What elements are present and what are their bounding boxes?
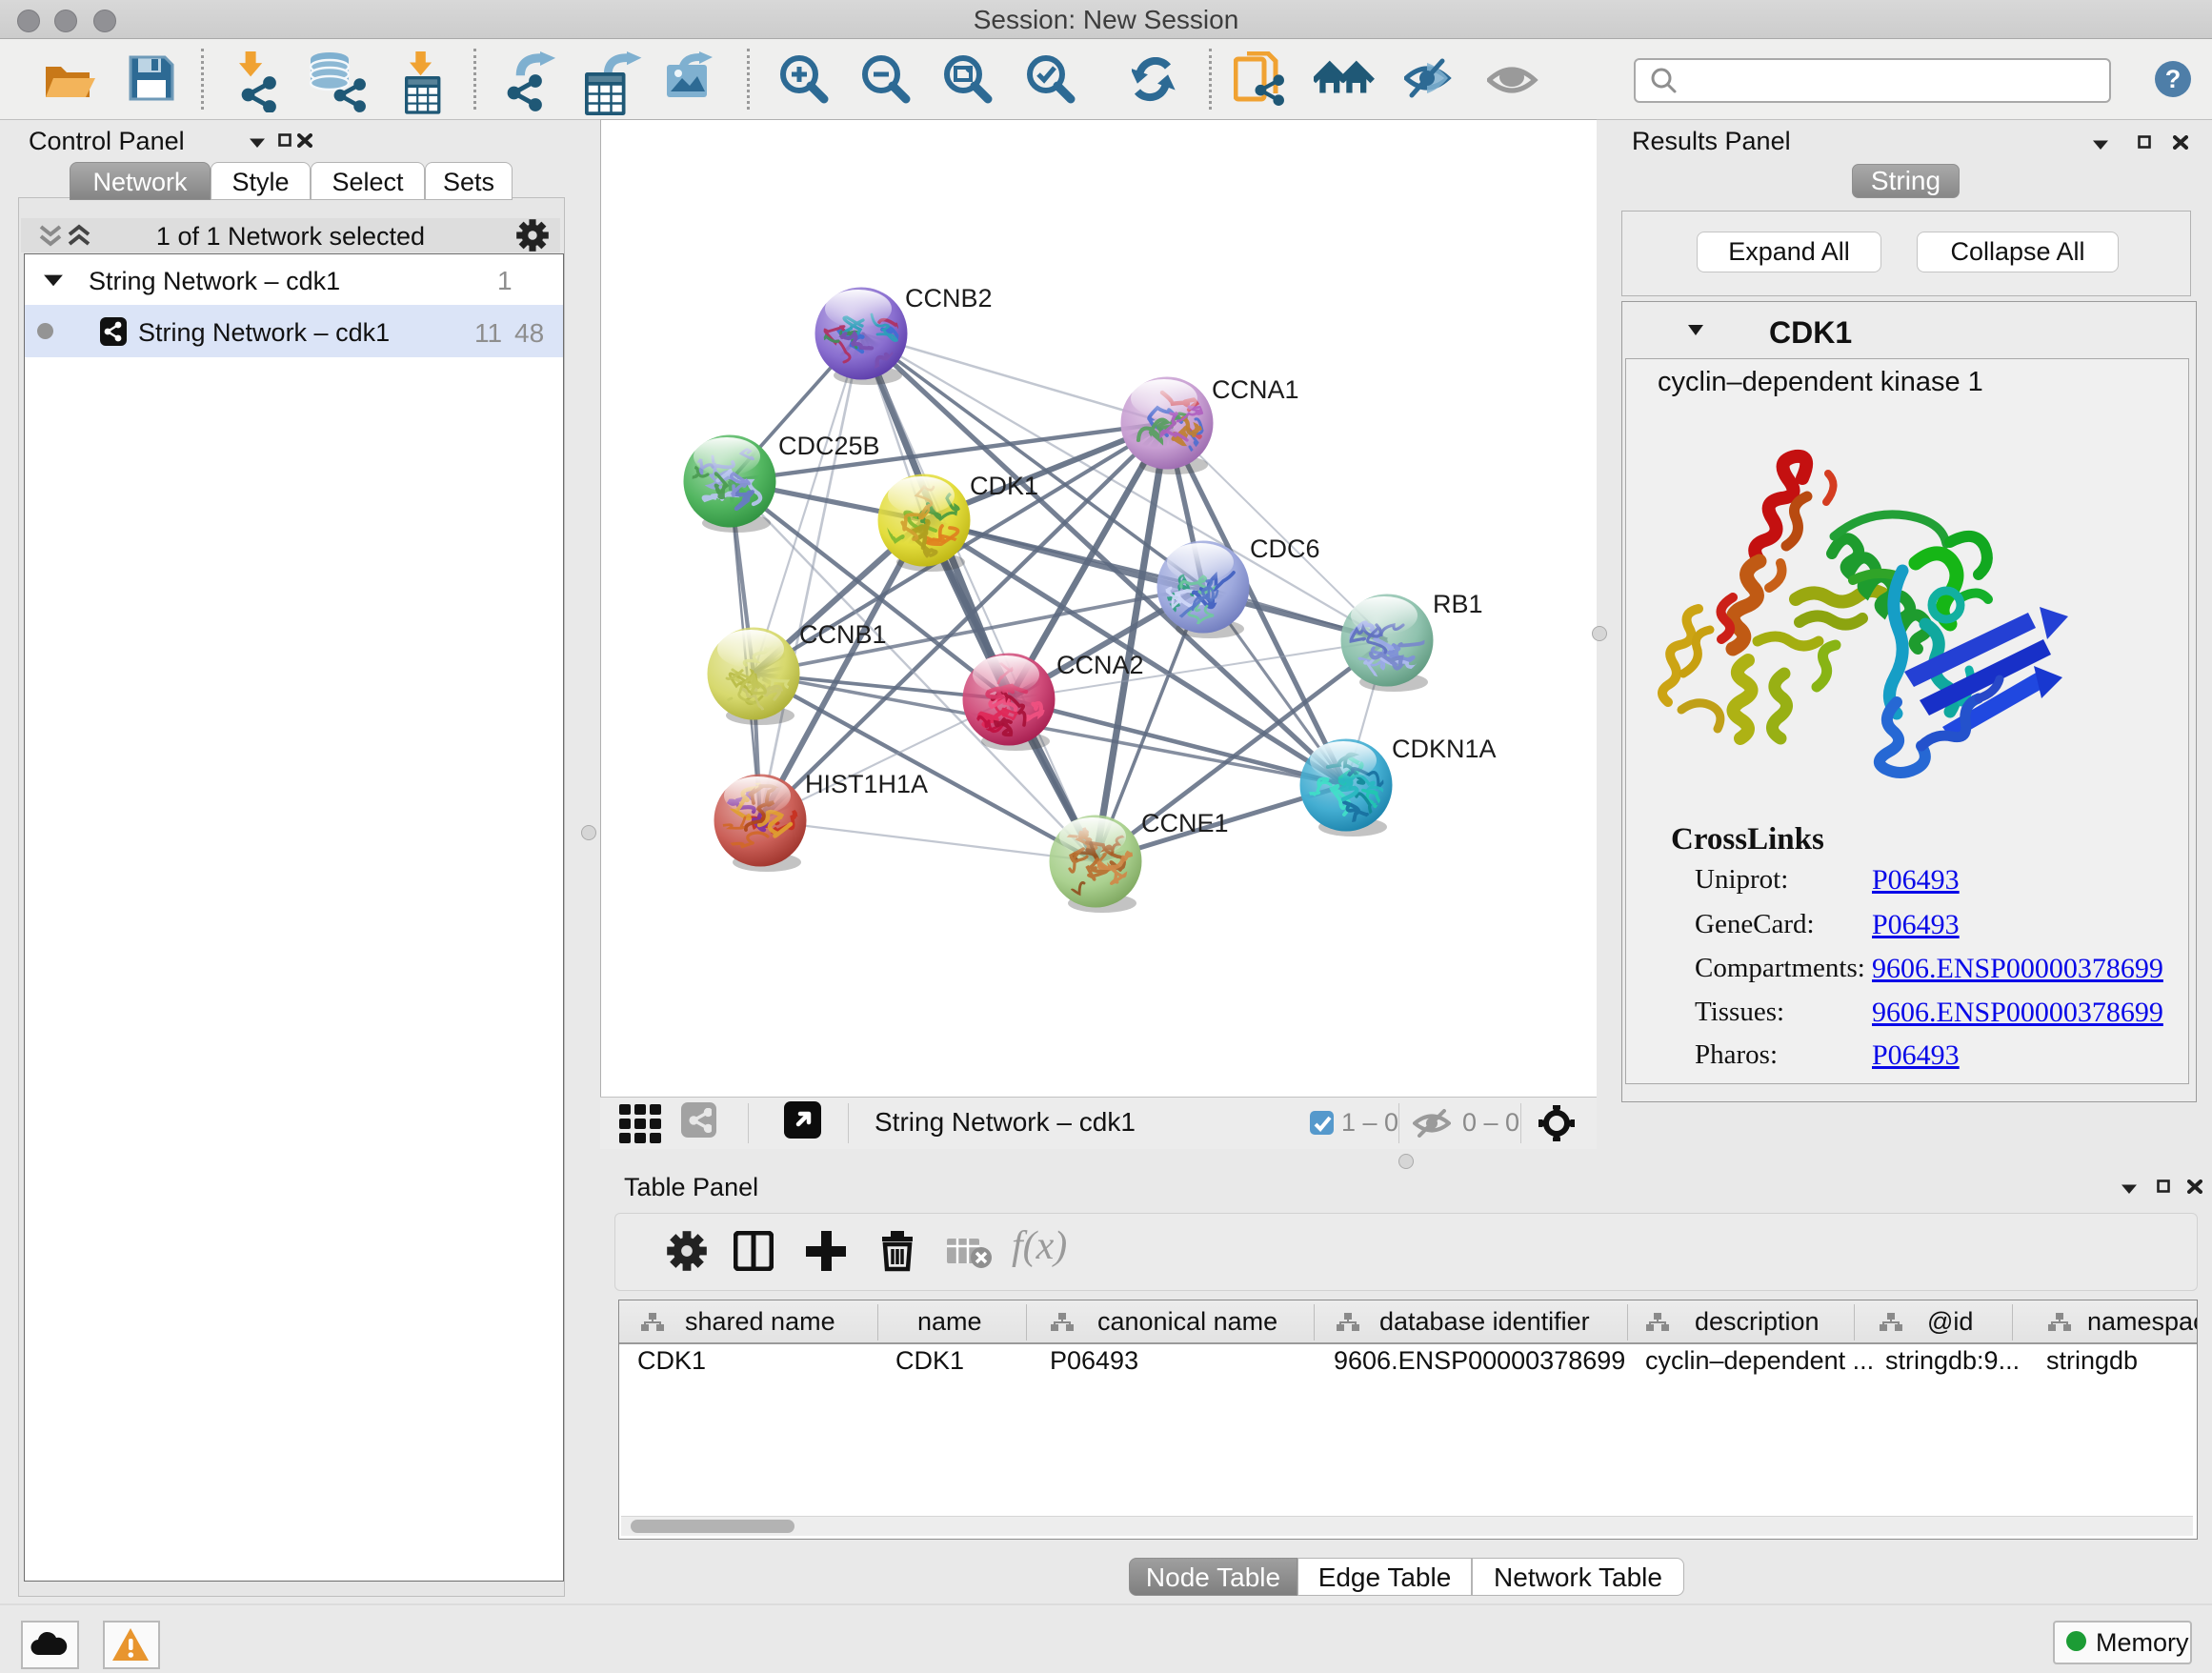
svg-text:CCNE1: CCNE1 xyxy=(1141,809,1229,837)
svg-text:CDKN1A: CDKN1A xyxy=(1392,735,1497,763)
svg-text:RB1: RB1 xyxy=(1433,590,1483,618)
svg-text:CCNA1: CCNA1 xyxy=(1212,375,1299,404)
svg-text:HIST1H1A: HIST1H1A xyxy=(805,770,928,798)
svg-text:?: ? xyxy=(2165,65,2182,93)
svg-text:CCNB1: CCNB1 xyxy=(799,620,887,649)
svg-text:CCNA2: CCNA2 xyxy=(1056,651,1144,679)
svg-text:CDC6: CDC6 xyxy=(1250,534,1320,563)
svg-text:CDC25B: CDC25B xyxy=(778,432,880,460)
svg-text:CCNB2: CCNB2 xyxy=(905,284,993,312)
svg-text:CDK1: CDK1 xyxy=(970,472,1038,500)
